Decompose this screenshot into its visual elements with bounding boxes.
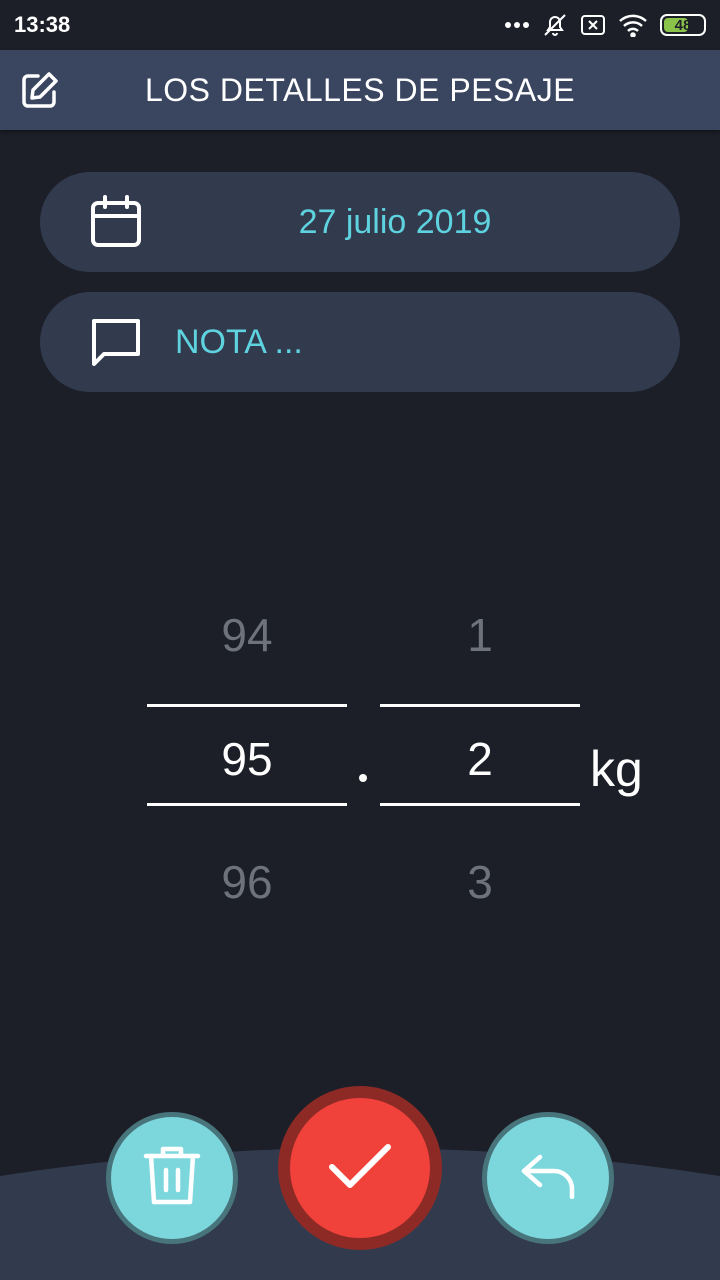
date-field[interactable]: 27 julio 2019 bbox=[40, 172, 680, 272]
trash-icon bbox=[142, 1144, 202, 1213]
reply-arrow-icon bbox=[520, 1153, 576, 1204]
note-field[interactable]: NOTA ... bbox=[40, 292, 680, 392]
integer-picker-top-line bbox=[147, 704, 347, 707]
weight-unit: kg bbox=[590, 741, 643, 797]
status-icons: 48 bbox=[504, 12, 706, 38]
decimal-selected-value[interactable]: 2 bbox=[380, 732, 580, 786]
calendar-icon bbox=[88, 194, 144, 250]
more-dots-icon bbox=[504, 21, 530, 29]
delete-button[interactable] bbox=[106, 1112, 238, 1244]
page-title: LOS DETALLES DE PESAJE bbox=[144, 71, 576, 108]
status-time: 13:38 bbox=[14, 12, 71, 37]
sim-x-icon bbox=[580, 14, 606, 36]
decimal-picker-top-line bbox=[380, 704, 580, 707]
battery-level: 48 bbox=[674, 16, 692, 34]
decimal-next-value[interactable]: 3 bbox=[380, 855, 580, 909]
chat-bubble-icon bbox=[88, 314, 144, 370]
back-button[interactable] bbox=[482, 1112, 614, 1244]
decimal-picker-bottom-line bbox=[380, 803, 580, 806]
integer-picker-bottom-line bbox=[147, 803, 347, 806]
weight-integer-picker[interactable]: 94 95 96 bbox=[147, 600, 347, 920]
note-placeholder: NOTA ... bbox=[175, 322, 303, 361]
wifi-icon bbox=[618, 13, 648, 37]
integer-selected-value[interactable]: 95 bbox=[147, 732, 347, 786]
confirm-button[interactable] bbox=[278, 1086, 442, 1250]
app-bar: LOS DETALLES DE PESAJE bbox=[0, 50, 720, 130]
edit-icon[interactable] bbox=[20, 70, 60, 110]
check-icon bbox=[327, 1141, 393, 1196]
alarm-off-icon bbox=[542, 12, 568, 38]
date-value: 27 julio 2019 bbox=[298, 202, 492, 241]
status-bar: 13:38 48 bbox=[0, 0, 720, 50]
decimal-separator bbox=[359, 774, 367, 782]
integer-next-value[interactable]: 96 bbox=[147, 855, 347, 909]
integer-prev-value[interactable]: 94 bbox=[147, 608, 347, 662]
weight-decimal-picker[interactable]: 1 2 3 bbox=[380, 600, 580, 920]
decimal-prev-value[interactable]: 1 bbox=[380, 608, 580, 662]
battery-icon: 48 bbox=[660, 14, 706, 36]
